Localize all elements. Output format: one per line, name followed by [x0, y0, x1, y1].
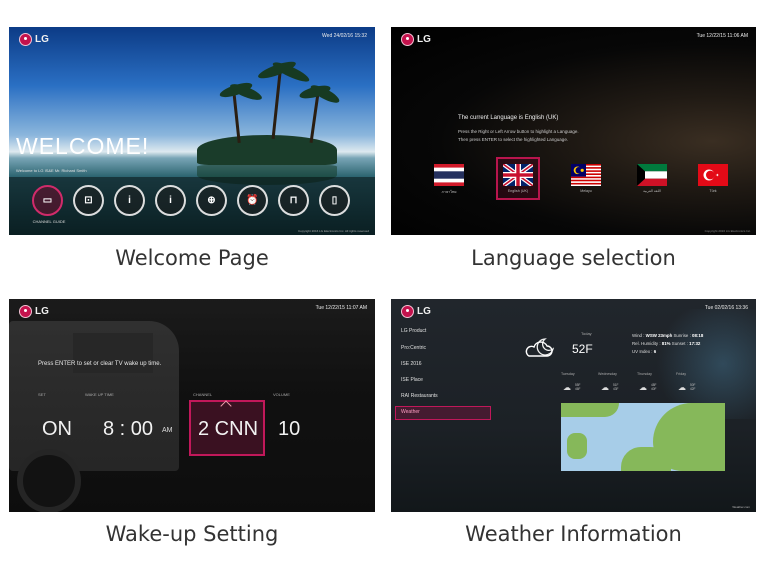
lg-logo-text: LG — [417, 306, 431, 317]
instruction-line-1: Press the Right or Left Arrow button to … — [458, 129, 579, 134]
sidebar-item-lg-product[interactable]: LG Product — [401, 328, 426, 334]
menu-button-7[interactable]: ⊓ — [278, 185, 309, 216]
map-land — [621, 447, 671, 471]
alarm-clock-icon: ⏰ — [246, 195, 259, 206]
lg-logo-text: LG — [35, 306, 49, 317]
forecast-temps-1: 55F 46F — [575, 383, 581, 391]
am-pm-value[interactable]: AM — [162, 427, 173, 434]
language-label-turkish: Türk — [709, 189, 717, 193]
info-icon: i — [128, 195, 131, 206]
caption-language: Language selection — [471, 246, 676, 270]
sidebar-item-rai-restaurants[interactable]: RAI Restaurants — [401, 393, 438, 399]
lg-logo-icon — [19, 305, 32, 318]
sidebar-item-ise-2016[interactable]: ISE 2016 — [401, 361, 422, 367]
mobile-icon: ▯ — [331, 195, 338, 206]
current-language-text: The current Language is English (UK) — [458, 115, 559, 121]
sidebar-item-ise-place[interactable]: ISE Place — [401, 377, 423, 383]
forecast-day-3: Thursday — [637, 372, 652, 376]
menu-button-8[interactable]: ▯ — [319, 185, 350, 216]
forecast-cloud-icon-2: ☁ — [601, 383, 609, 392]
forecast-cloud-icon-3: ☁ — [639, 383, 647, 392]
welcome-heading: WELCOME! — [16, 133, 150, 159]
forecast-day-4: Friday — [676, 372, 686, 376]
menu-button-2[interactable]: ⊡ — [73, 185, 104, 216]
weather-information-screen: LG Tue 02/02/16 13:36 LG Product Pro:Cen… — [391, 299, 756, 512]
weather-map[interactable] — [561, 403, 725, 471]
copyright-footer: Copyright 2016 LG Electronics Inc. All r… — [297, 229, 369, 233]
cloud-moon-icon — [525, 338, 555, 357]
weather-source-footer: Weather.com — [732, 505, 750, 509]
volume-value[interactable]: 10 — [278, 418, 300, 441]
clock: Tue 12/22/15 11:06 AM — [696, 33, 748, 39]
sidebar-item-weather[interactable]: Weather — [401, 409, 420, 415]
turkey-flag-icon[interactable] — [698, 164, 728, 186]
clock: Tue 12/22/15 11:07 AM — [315, 305, 367, 311]
forecast-cloud-icon-1: ☁ — [563, 383, 571, 392]
header-channel: CHANNEL — [193, 392, 213, 397]
header-wakeup-time: WAKE UP TIME — [85, 392, 114, 397]
language-label-malay: Melayu — [580, 189, 592, 193]
map-land — [561, 403, 619, 417]
humidity-sunset-stat: Rel. Humidity : 81% Sunset : 17:32 — [632, 341, 701, 346]
lg-logo-icon — [19, 33, 32, 46]
wind-sunrise-stat: Wind : WSW 23mph Sunrise : 08:18 — [632, 333, 704, 338]
tv-icon: ▭ — [42, 195, 53, 206]
forecast-temps-3: 48F 40F — [651, 383, 657, 391]
forecast-day-2: Wednesday — [598, 372, 617, 376]
forecast-temps-2: 51F 43F — [613, 383, 619, 391]
wakeup-instruction: Press ENTER to set or clear TV wake up t… — [38, 361, 162, 367]
active-menu-label: CHANNEL GUIDE — [32, 219, 66, 224]
island-graphic — [197, 135, 337, 165]
welcome-message: Welcome to LG IS&E Mr. Richard Smith — [16, 168, 87, 173]
globe-icon: ⊕ — [207, 195, 216, 206]
header-set: SET — [38, 392, 46, 397]
sidebar-item-procentric[interactable]: Pro:Centric — [401, 345, 426, 351]
wakeup-time-value[interactable]: 8 : 00 — [103, 418, 153, 441]
malaysia-flag-icon[interactable] — [571, 164, 601, 186]
info-icon: i — [169, 195, 172, 206]
lg-logo: LG — [401, 305, 431, 318]
lg-logo: LG — [19, 33, 49, 46]
language-selection-screen: LG Tue 12/22/15 11:06 AM The current Lan… — [391, 27, 756, 235]
clock: Wed 24/02/16 15:32 — [322, 33, 367, 39]
language-label-thai: ภาษาไทย — [441, 190, 457, 194]
welcome-page-screen: LG Wed 24/02/16 15:32 WELCOME! Welcome t… — [9, 27, 375, 235]
caption-weather: Weather Information — [465, 522, 682, 546]
caption-welcome: Welcome Page — [115, 246, 269, 270]
channel-value[interactable]: 2 CNN — [198, 418, 258, 441]
caption-wakeup: Wake-up Setting — [105, 522, 279, 546]
thailand-flag-icon[interactable] — [434, 164, 464, 186]
clock: Tue 02/02/16 13:36 — [704, 305, 748, 311]
uk-flag-icon[interactable] — [503, 164, 533, 186]
kuwait-flag-icon[interactable] — [637, 164, 667, 186]
language-label-arabic: اللغة العربية — [643, 189, 661, 193]
copyright-footer: Copyright 2016 LG Electronics Inc. — [704, 229, 751, 233]
wakeup-setting-screen: LG Tue 12/22/15 11:07 AM Press ENTER to … — [9, 299, 375, 512]
lg-logo-icon — [401, 33, 414, 46]
today-label: Today — [581, 331, 592, 336]
current-temperature: 52F — [572, 342, 593, 356]
lg-logo-icon — [401, 305, 414, 318]
header-volume: VOLUME — [273, 392, 290, 397]
language-label-english: English (UK) — [507, 189, 529, 193]
menu-button-6[interactable]: ⏰ — [237, 185, 268, 216]
menu-button-3[interactable]: i — [114, 185, 145, 216]
menu-button-channel-guide[interactable]: ▭ — [32, 185, 63, 216]
forecast-cloud-icon-4: ☁ — [678, 383, 686, 392]
forecast-day-1: Tuesday — [561, 372, 575, 376]
lg-logo-text: LG — [35, 34, 49, 45]
forecast-temps-4: 50F 42F — [690, 383, 696, 391]
uv-index-stat: UV Index : 6 — [632, 349, 657, 354]
gift-icon: ⊡ — [84, 195, 93, 206]
lg-logo-text: LG — [417, 34, 431, 45]
main-menu: ▭ ⊡ i i ⊕ ⏰ ⊓ ▯ — [32, 185, 350, 216]
lg-logo: LG — [401, 33, 431, 46]
menu-button-5[interactable]: ⊕ — [196, 185, 227, 216]
instruction-line-2: Then press ENTER to select the highlight… — [458, 137, 569, 142]
bag-icon: ⊓ — [289, 195, 298, 206]
set-value[interactable]: ON — [42, 418, 72, 441]
map-land — [567, 433, 587, 459]
lg-logo: LG — [19, 305, 49, 318]
menu-button-4[interactable]: i — [155, 185, 186, 216]
